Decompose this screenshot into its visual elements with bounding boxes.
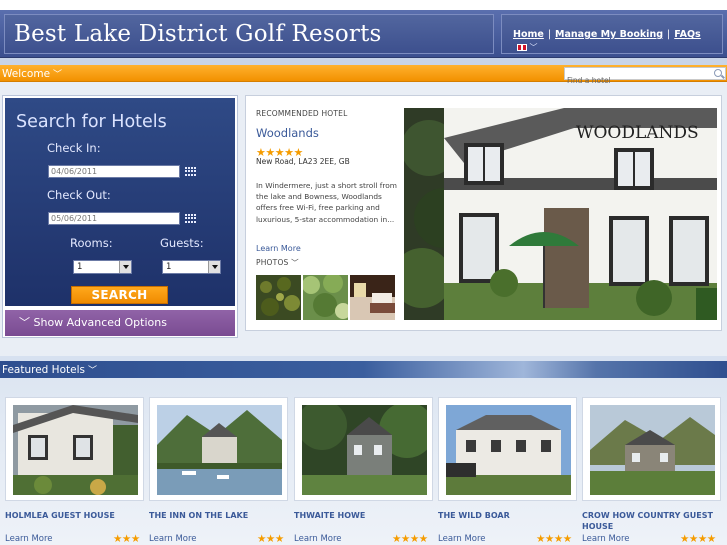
learn-more-link[interactable]: Learn More bbox=[149, 534, 197, 544]
rooms-select[interactable]: 1 bbox=[73, 260, 132, 274]
featured-hotels-label: Featured Hotels bbox=[2, 364, 85, 376]
learn-more-link[interactable]: Learn More bbox=[256, 244, 301, 253]
search-button[interactable]: SEARCH bbox=[71, 286, 168, 304]
nav-faqs-link[interactable]: FAQs bbox=[674, 29, 700, 40]
featured-hotel-name[interactable]: CROW HOW COUNTRY GUEST HOUSE bbox=[582, 510, 724, 532]
chevron-down-icon: ﹀ bbox=[291, 258, 299, 267]
hotel-image bbox=[157, 405, 282, 495]
photo-thumbnail[interactable] bbox=[303, 275, 348, 320]
hotel-image bbox=[446, 405, 571, 495]
uk-flag-icon bbox=[517, 44, 527, 51]
top-strip bbox=[0, 0, 727, 10]
star-rating: ★★★ bbox=[113, 533, 140, 545]
show-advanced-options-button[interactable]: ﹀ Show Advanced Options bbox=[5, 310, 235, 336]
hotel-image bbox=[590, 405, 715, 495]
welcome-bar: Welcome ﹀ bbox=[0, 65, 727, 86]
check-out-label: Check Out: bbox=[47, 188, 111, 202]
guests-value: 1 bbox=[166, 262, 172, 272]
star-rating: ★★★★ bbox=[680, 533, 716, 545]
chevron-down-icon: ﹀ bbox=[87, 366, 97, 376]
language-selector[interactable]: ﹀ bbox=[517, 42, 538, 53]
photo-thumbnail[interactable] bbox=[256, 275, 301, 320]
featured-hotel-card[interactable] bbox=[5, 397, 144, 501]
calendar-icon[interactable] bbox=[185, 167, 196, 176]
hotel-search-box bbox=[564, 67, 726, 86]
check-out-field[interactable]: 05/06/2011 bbox=[48, 212, 180, 225]
check-in-label: Check In: bbox=[47, 141, 101, 155]
search-icon[interactable] bbox=[714, 69, 722, 77]
star-rating: ★★★★ bbox=[536, 533, 572, 545]
site-title[interactable]: Best Lake District Golf Resorts bbox=[14, 21, 382, 47]
site-header: Best Lake District Golf Resorts Home | Man… bbox=[0, 10, 727, 58]
photo-thumbnail[interactable] bbox=[350, 275, 395, 320]
featured-hotel-name[interactable]: THE WILD BOAR bbox=[438, 510, 580, 521]
nav-links: Home | Manage My Booking | FAQs bbox=[513, 29, 701, 40]
star-rating: ★★★ bbox=[257, 533, 284, 545]
learn-more-link[interactable]: Learn More bbox=[438, 534, 486, 544]
guests-label: Guests: bbox=[160, 236, 204, 250]
search-form: Search for Hotels Check In: 04/06/2011 C… bbox=[5, 98, 235, 306]
photos-toggle[interactable]: PHOTOS ﹀ bbox=[256, 257, 299, 268]
guests-select[interactable]: 1 bbox=[162, 260, 221, 274]
chevron-down-icon: ﹀ bbox=[529, 43, 538, 52]
learn-more-link[interactable]: Learn More bbox=[294, 534, 342, 544]
recommended-hotel-name[interactable]: Woodlands bbox=[256, 126, 319, 140]
learn-more-link[interactable]: Learn More bbox=[582, 534, 630, 544]
hotel-image bbox=[302, 405, 427, 495]
featured-hotel-card[interactable] bbox=[438, 397, 577, 501]
hotel-search-panel: Search for Hotels Check In: 04/06/2011 C… bbox=[2, 95, 238, 338]
nav-separator: | bbox=[547, 29, 552, 40]
nav-separator: | bbox=[667, 29, 671, 40]
learn-more-link[interactable]: Learn More bbox=[5, 534, 53, 544]
hotel-image bbox=[13, 405, 138, 495]
nav-manage-booking-link[interactable]: Manage My Booking bbox=[555, 29, 663, 40]
rooms-label: Rooms: bbox=[70, 236, 113, 250]
calendar-icon[interactable] bbox=[185, 214, 196, 223]
site-title-box: Best Lake District Golf Resorts bbox=[4, 14, 494, 54]
featured-hotels-toggle[interactable]: Featured Hotels ﹀ bbox=[2, 363, 97, 376]
check-in-field[interactable]: 04/06/2011 bbox=[48, 165, 180, 178]
recommended-hotel-panel: RECOMMENDED HOTEL Woodlands ★★★★★ New Ro… bbox=[245, 95, 722, 331]
chevron-down-icon: ﹀ bbox=[19, 316, 30, 329]
hotel-description: In Windermere, just a short stroll from … bbox=[256, 181, 397, 224]
top-nav: Home | Manage My Booking | FAQs ﹀ bbox=[501, 14, 723, 54]
star-rating: ★★★★ bbox=[392, 533, 428, 545]
chevron-down-icon: ﹀ bbox=[53, 70, 63, 80]
nav-home-link[interactable]: Home bbox=[513, 29, 544, 40]
welcome-label: Welcome bbox=[2, 68, 51, 80]
featured-hotel-name[interactable]: HOLMLEA GUEST HOUSE bbox=[5, 510, 147, 521]
find-hotel-input[interactable] bbox=[565, 75, 705, 86]
dropdown-arrow-icon bbox=[208, 261, 220, 273]
featured-hotel-card[interactable] bbox=[294, 397, 433, 501]
welcome-toggle[interactable]: Welcome ﹀ bbox=[2, 67, 62, 80]
header-divider bbox=[0, 58, 727, 65]
featured-hotel-name[interactable]: THE INN ON THE LAKE bbox=[149, 510, 291, 521]
search-title: Search for Hotels bbox=[16, 112, 167, 132]
hotel-address: New Road, LA23 2EE, GB bbox=[256, 157, 350, 166]
featured-hotel-card[interactable] bbox=[149, 397, 288, 501]
woodlands-sign: WOODLANDS bbox=[576, 123, 699, 143]
dropdown-arrow-icon bbox=[119, 261, 131, 273]
featured-hotels-bar: Featured Hotels ﹀ bbox=[0, 361, 727, 378]
recommended-tag: RECOMMENDED HOTEL bbox=[256, 109, 348, 118]
hotel-photo: WOODLANDS bbox=[404, 108, 717, 320]
featured-hotel-card[interactable] bbox=[582, 397, 721, 501]
featured-hotel-name[interactable]: THWAITE HOWE bbox=[294, 510, 436, 521]
photos-label: PHOTOS bbox=[256, 258, 289, 267]
advanced-options-label: Show Advanced Options bbox=[33, 316, 167, 329]
rooms-value: 1 bbox=[77, 262, 83, 272]
